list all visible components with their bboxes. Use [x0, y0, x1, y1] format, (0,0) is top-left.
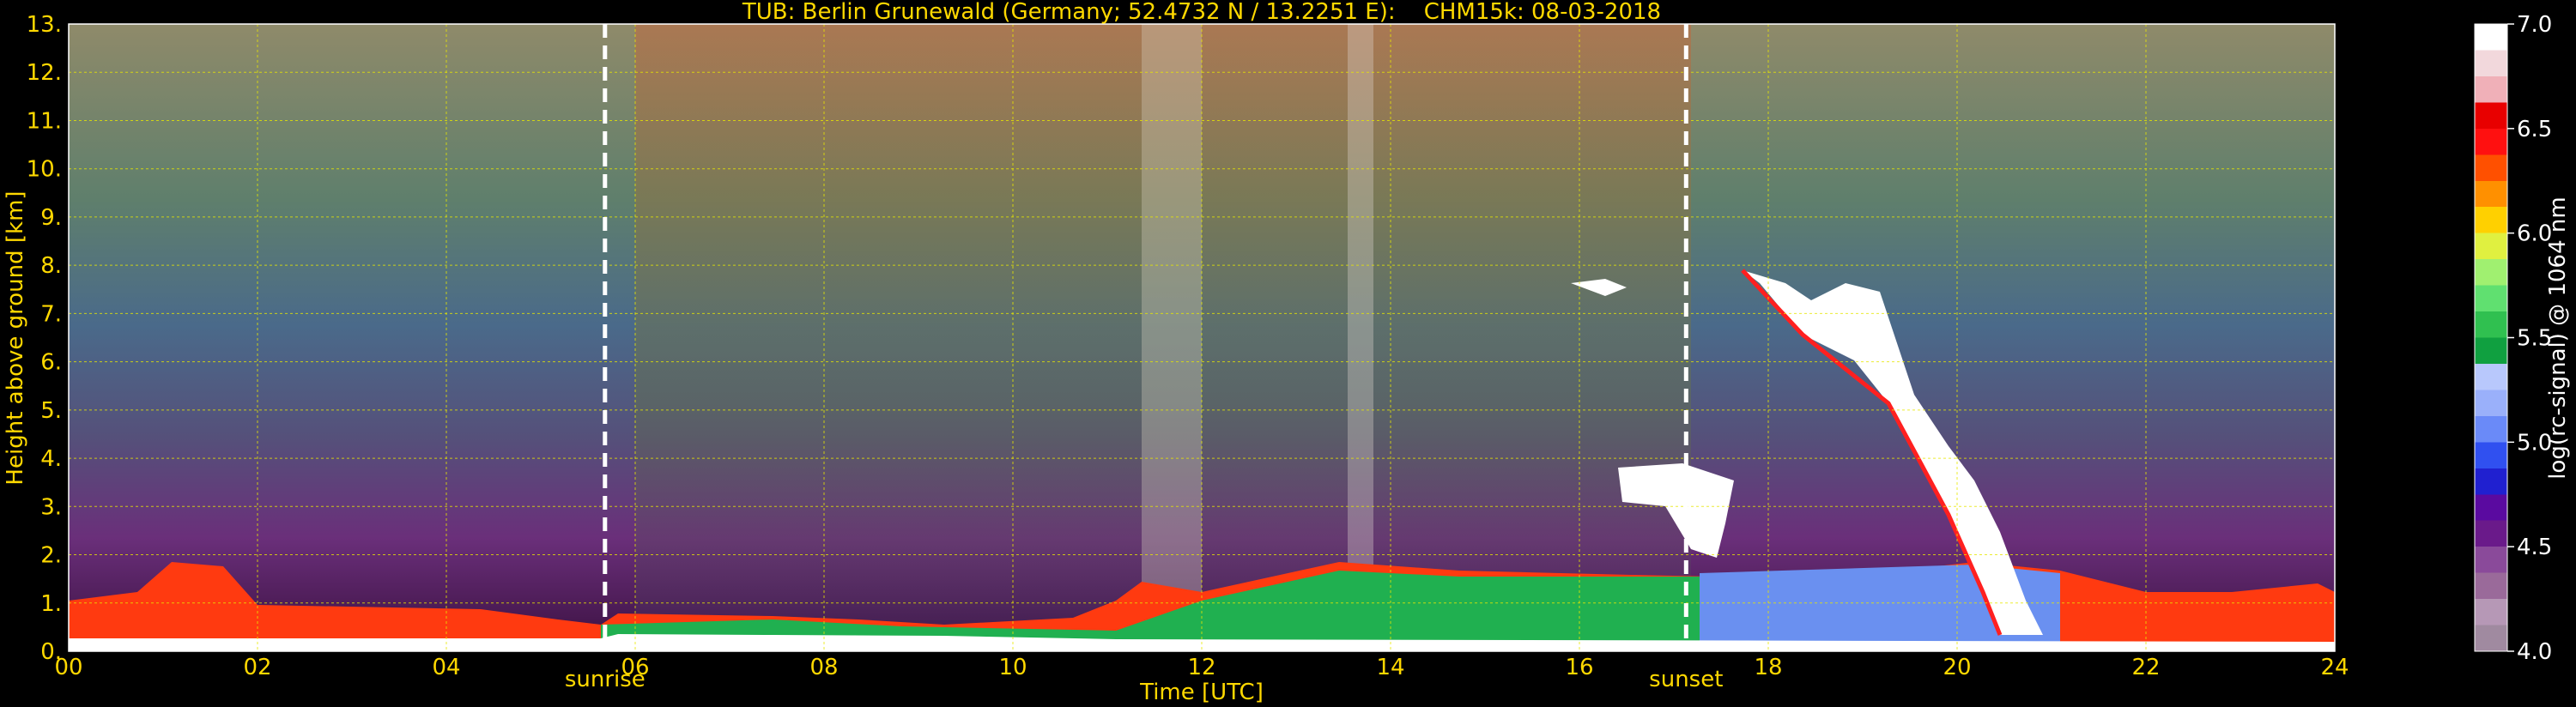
bright-noise-column: [1142, 24, 1202, 651]
x-tick-label: 22: [2131, 655, 2160, 680]
y-tick-label: 7.: [40, 301, 62, 327]
y-tick-label: 3.: [40, 494, 62, 520]
y-tick-label: 2.: [40, 543, 62, 569]
colorbar-tick-label: 6.5: [2517, 117, 2552, 142]
marker-label-sunset: sunset: [1649, 667, 1723, 692]
chart-svg: sunrise sunset 00 02 04 06 08 10 12 14 16 18 20 22 24…: [3, 0, 2571, 705]
x-tick-label: 06: [621, 655, 649, 680]
colorbar: 4.04.55.05.56.06.57.0 log(rc-signal) @ 1…: [2474, 12, 2571, 665]
x-tick-label: 18: [1754, 655, 1782, 680]
colorbar-scale: [2474, 23, 2508, 652]
x-tick-label: 04: [432, 655, 460, 680]
y-tick-label: 1.: [40, 591, 62, 617]
colorbar-tick-label: 7.0: [2517, 12, 2552, 38]
x-tick-label: 16: [1565, 655, 1593, 680]
bright-noise-column-2: [1348, 24, 1373, 651]
y-tick-label: 0.: [40, 639, 62, 665]
x-axis-label: Time [UTC]: [1139, 680, 1264, 705]
x-tick-label: 24: [2320, 655, 2349, 680]
x-tick-label: 08: [809, 655, 838, 680]
x-tick-label: 02: [243, 655, 271, 680]
x-tick-label: 12: [1187, 655, 1215, 680]
y-tick-label: 12.: [27, 60, 62, 86]
y-tick-label: 5.: [40, 398, 62, 424]
y-axis-label: Height above ground [km]: [3, 190, 28, 485]
x-tick-label: 14: [1376, 655, 1404, 680]
y-tick-label: 4.: [40, 446, 62, 472]
y-tick-label: 13.: [27, 12, 62, 38]
x-tick-labels: 00 02 04 06 08 10 12 14 16 18 20 22 24: [54, 655, 2349, 680]
x-tick-label: 10: [998, 655, 1027, 680]
y-tick-label: 11.: [27, 108, 62, 134]
x-tick-label: 20: [1943, 655, 1971, 680]
colorbar-tick-label: 4.5: [2517, 535, 2552, 560]
y-tick-label: 6.: [40, 350, 62, 376]
y-tick-label: 9.: [40, 205, 62, 231]
y-tick-labels: 0. 1. 2. 3. 4. 5. 6. 7. 8. 9. 10. 11. 12. 13.: [27, 12, 62, 665]
colorbar-tick-label: 4.0: [2517, 639, 2552, 665]
y-tick-label: 8.: [40, 253, 62, 279]
colorbar-label: log(rc-signal) @ 1064 nm: [2545, 196, 2571, 479]
chart-title: TUB: Berlin Grunewald (Germany; 52.4732 …: [742, 0, 1661, 25]
y-tick-label: 10.: [27, 157, 62, 183]
